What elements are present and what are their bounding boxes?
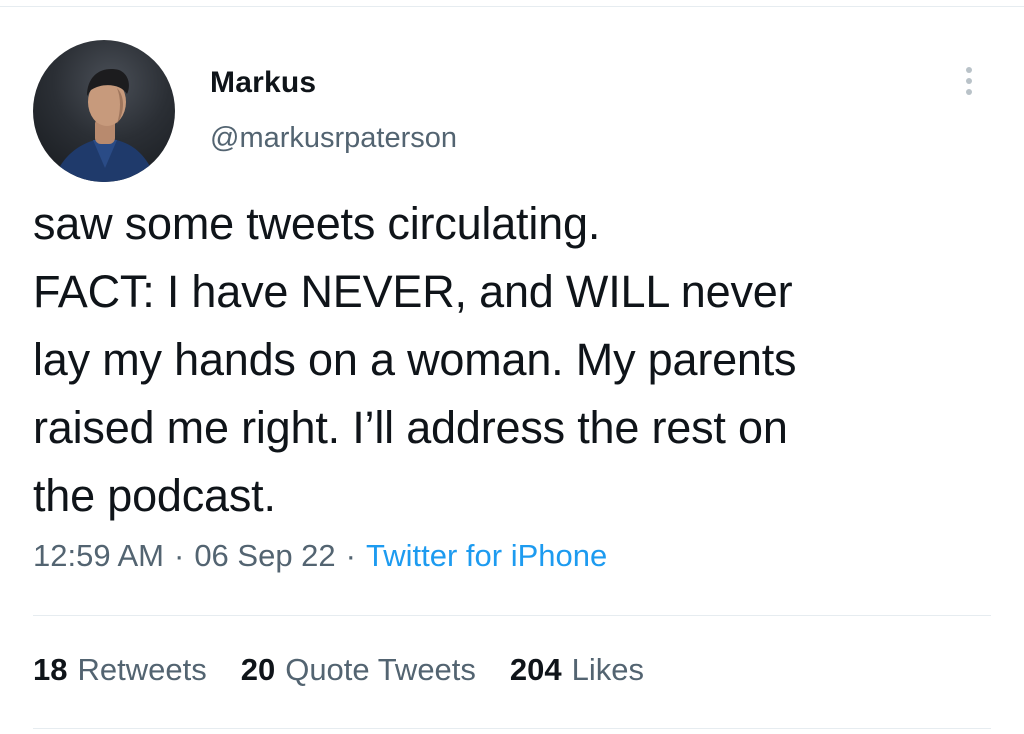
more-options-button[interactable] (952, 60, 986, 102)
avatar[interactable] (33, 40, 175, 182)
quote-tweets-label: Quote Tweets (285, 652, 476, 687)
author-name[interactable]: Markus (210, 66, 316, 100)
quote-tweets-stat[interactable]: 20 Quote Tweets (241, 652, 476, 688)
meta-separator: · (345, 538, 356, 573)
tweet-card: Markus @markusrpaterson saw some tweets … (0, 0, 1024, 734)
tweet-time[interactable]: 12:59 AM (33, 538, 164, 573)
quote-tweets-count: 20 (240, 652, 276, 687)
likes-stat[interactable]: 204 Likes (510, 652, 644, 688)
stats-divider-bottom (33, 728, 991, 729)
retweets-count: 18 (33, 652, 68, 687)
author-handle[interactable]: @markusrpaterson (210, 122, 457, 155)
tweet-date[interactable]: 06 Sep 22 (194, 538, 335, 573)
likes-label: Likes (571, 652, 645, 687)
more-vertical-icon (966, 67, 972, 73)
retweets-label: Retweets (77, 652, 207, 687)
tweet-stats: 18 Retweets 20 Quote Tweets 204 Likes (33, 652, 644, 688)
more-vertical-icon-dot (966, 89, 972, 95)
tweet-text: saw some tweets circulating. FACT: I hav… (33, 198, 797, 521)
tweet-meta: 12:59 AM · 06 Sep 22 · Twitter for iPhone (33, 538, 607, 574)
retweets-stat[interactable]: 18 Retweets (33, 652, 207, 688)
more-vertical-icon-dot (966, 78, 972, 84)
likes-count: 204 (509, 652, 562, 687)
meta-separator: · (173, 538, 185, 573)
top-divider (0, 6, 1024, 7)
avatar-portrait (53, 69, 157, 182)
tweet-source-link[interactable]: Twitter for iPhone (366, 538, 607, 573)
stats-divider-top (33, 615, 991, 616)
